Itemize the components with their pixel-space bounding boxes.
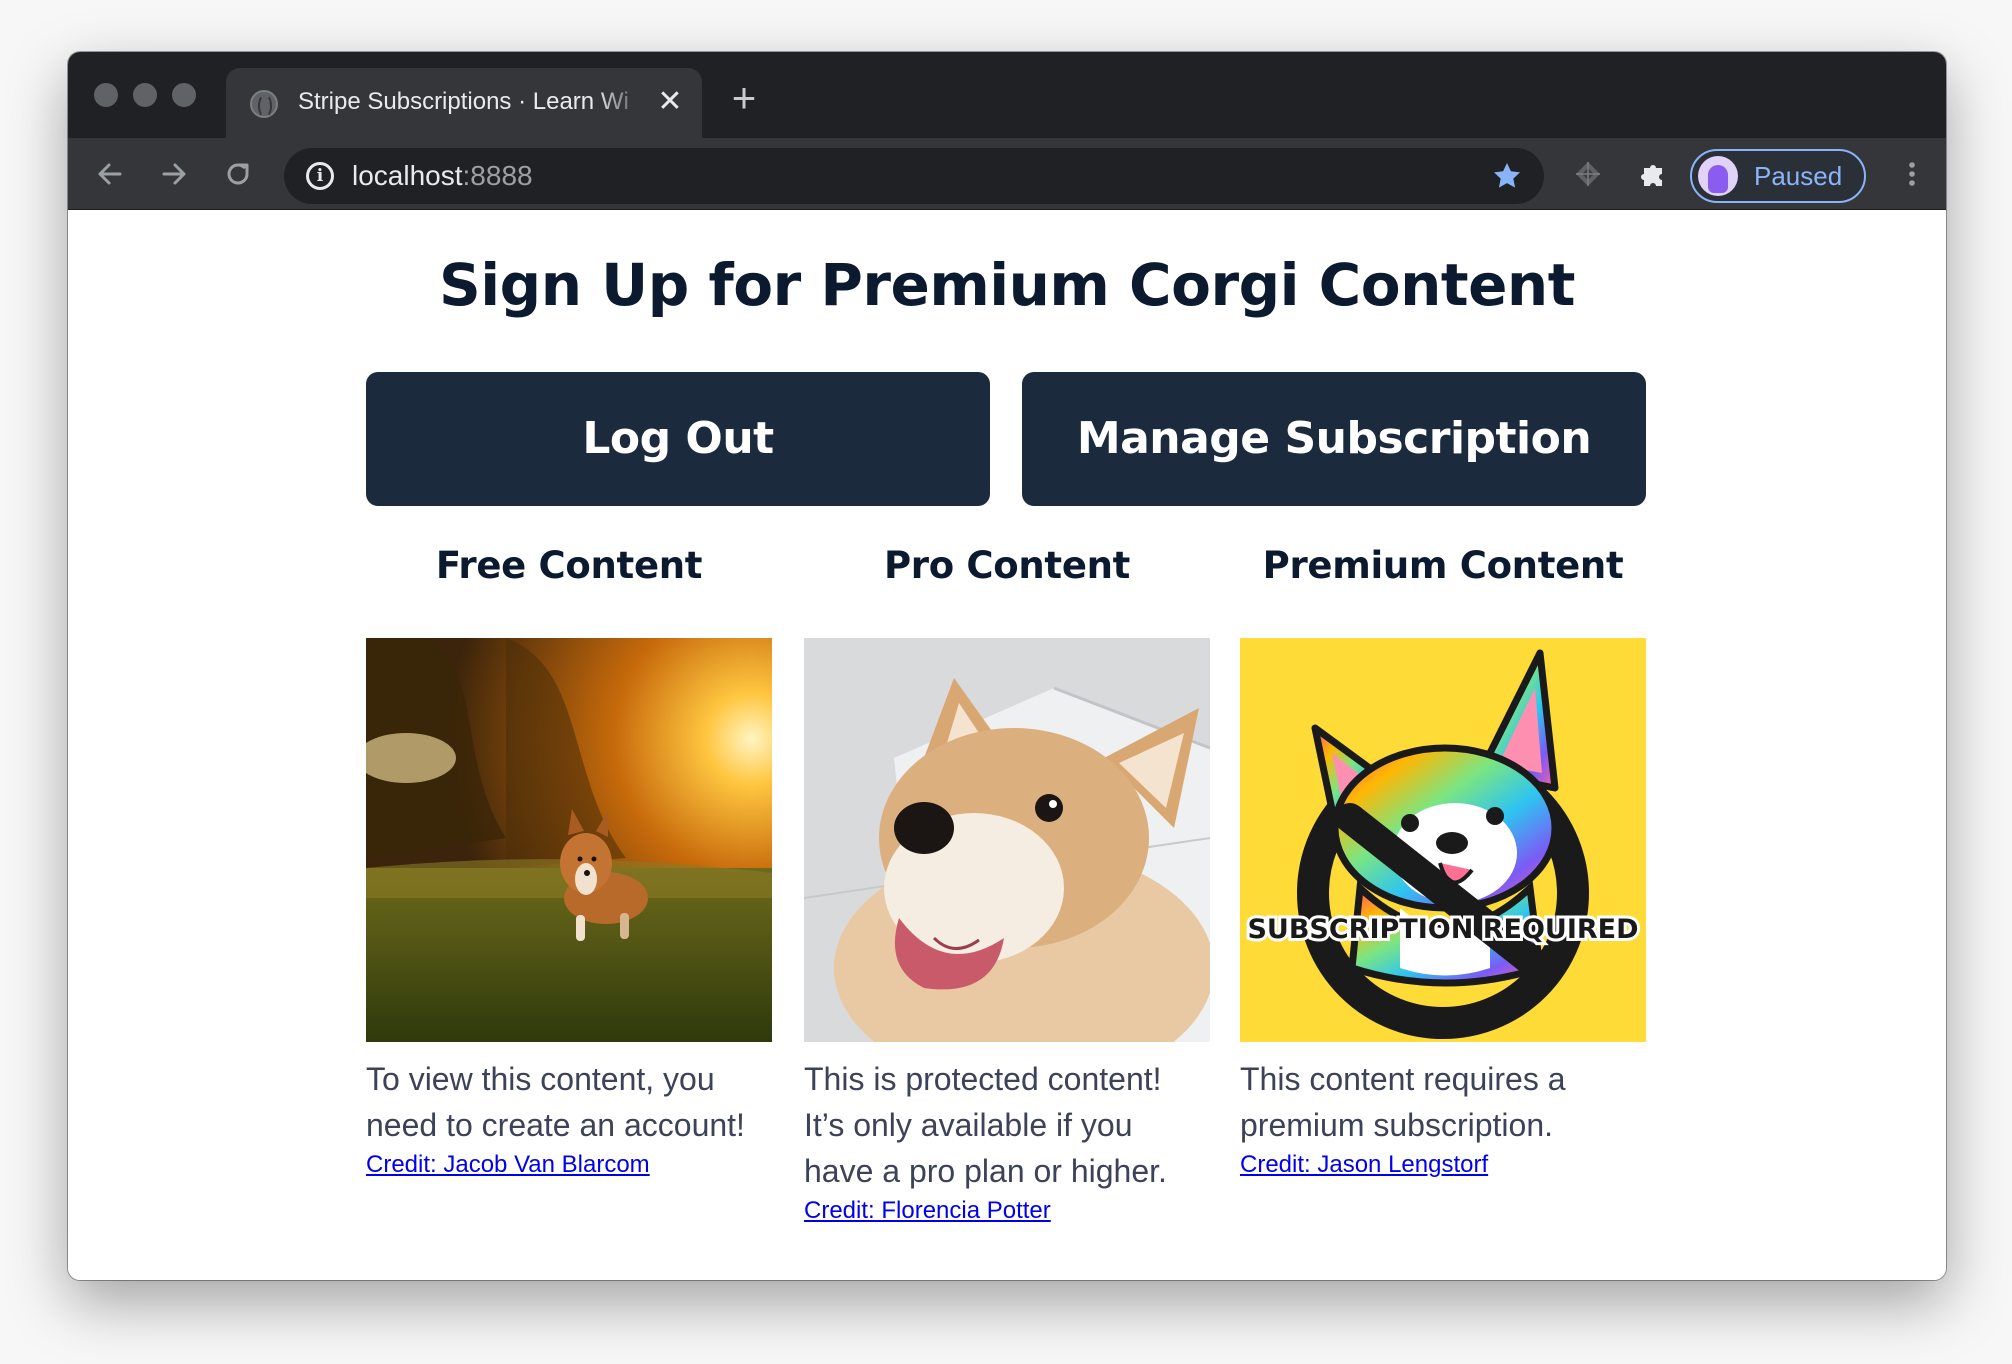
reload-icon[interactable] — [218, 154, 258, 194]
card-description: This content requires a premium subscrip… — [1240, 1061, 1566, 1143]
forward-arrow-icon[interactable] — [154, 154, 194, 194]
globe-icon — [250, 90, 278, 118]
info-icon[interactable]: i — [306, 162, 334, 190]
card-description: To view this content, you need to create… — [366, 1061, 745, 1143]
photo-credit-link[interactable]: Credit: Jacob Van Blarcom — [366, 1148, 650, 1182]
extension-icon[interactable] — [1570, 156, 1606, 192]
subscription-required-label: SUBSCRIPTION REQUIRED — [1247, 914, 1638, 945]
url-host: localhost — [352, 160, 463, 191]
page-title: Sign Up for Premium Corgi Content — [439, 251, 1575, 319]
new-tab-button[interactable]: + — [724, 77, 764, 120]
browser-toolbar: i localhost:8888 Paused — [68, 138, 1946, 210]
profile-button[interactable]: Paused — [1690, 149, 1866, 203]
url-text: localhost:8888 — [352, 160, 533, 192]
content-card-pro: Pro Content This is protected content! I… — [804, 540, 1210, 1228]
bookmark-star-icon[interactable] — [1492, 161, 1522, 191]
profile-status-label: Paused — [1754, 161, 1843, 191]
window-close-button[interactable] — [94, 83, 118, 107]
puzzle-extensions-icon[interactable] — [1636, 156, 1672, 192]
browser-window: Stripe Subscriptions · Learn Wi ✕ + i lo… — [68, 52, 1946, 1280]
photo-credit-link[interactable]: Credit: Florencia Potter — [804, 1194, 1051, 1228]
log-out-button[interactable]: Log Out — [366, 372, 990, 506]
url-port: :8888 — [462, 160, 533, 191]
back-arrow-icon[interactable] — [90, 154, 130, 194]
subscription-required-illustration: SUBSCRIPTION REQUIRED — [1240, 638, 1646, 1042]
corgi-photo-free — [366, 638, 772, 1042]
tab-strip: Stripe Subscriptions · Learn Wi ✕ + — [68, 52, 1946, 138]
corgi-photo-pro — [804, 638, 1210, 1042]
more-menu-icon[interactable] — [1894, 156, 1930, 192]
browser-tab[interactable]: Stripe Subscriptions · Learn Wi ✕ — [226, 68, 702, 138]
photo-credit-link[interactable]: Credit: Jason Lengstorf — [1240, 1148, 1488, 1182]
card-heading: Pro Content — [883, 544, 1131, 587]
card-heading: Free Content — [435, 544, 703, 587]
card-description: This is protected content! It’s only ava… — [804, 1061, 1167, 1189]
content-card-free: Free Content To view this content, you n… — [366, 540, 772, 1182]
window-minimize-button[interactable] — [133, 83, 157, 107]
card-heading: Premium Content — [1262, 544, 1624, 587]
content-card-premium: Premium Content SUBSCRIPTION REQUIRED Th… — [1240, 540, 1646, 1182]
address-bar[interactable]: i localhost:8888 — [284, 148, 1544, 204]
avatar — [1698, 156, 1738, 196]
manage-subscription-button[interactable]: Manage Subscription — [1022, 372, 1646, 506]
tab-title: Stripe Subscriptions · Learn Wi — [298, 88, 629, 115]
close-tab-icon[interactable]: ✕ — [654, 86, 686, 118]
web-page: Sign Up for Premium Corgi Content Log Ou… — [68, 210, 1946, 1280]
window-zoom-button[interactable] — [172, 83, 196, 107]
